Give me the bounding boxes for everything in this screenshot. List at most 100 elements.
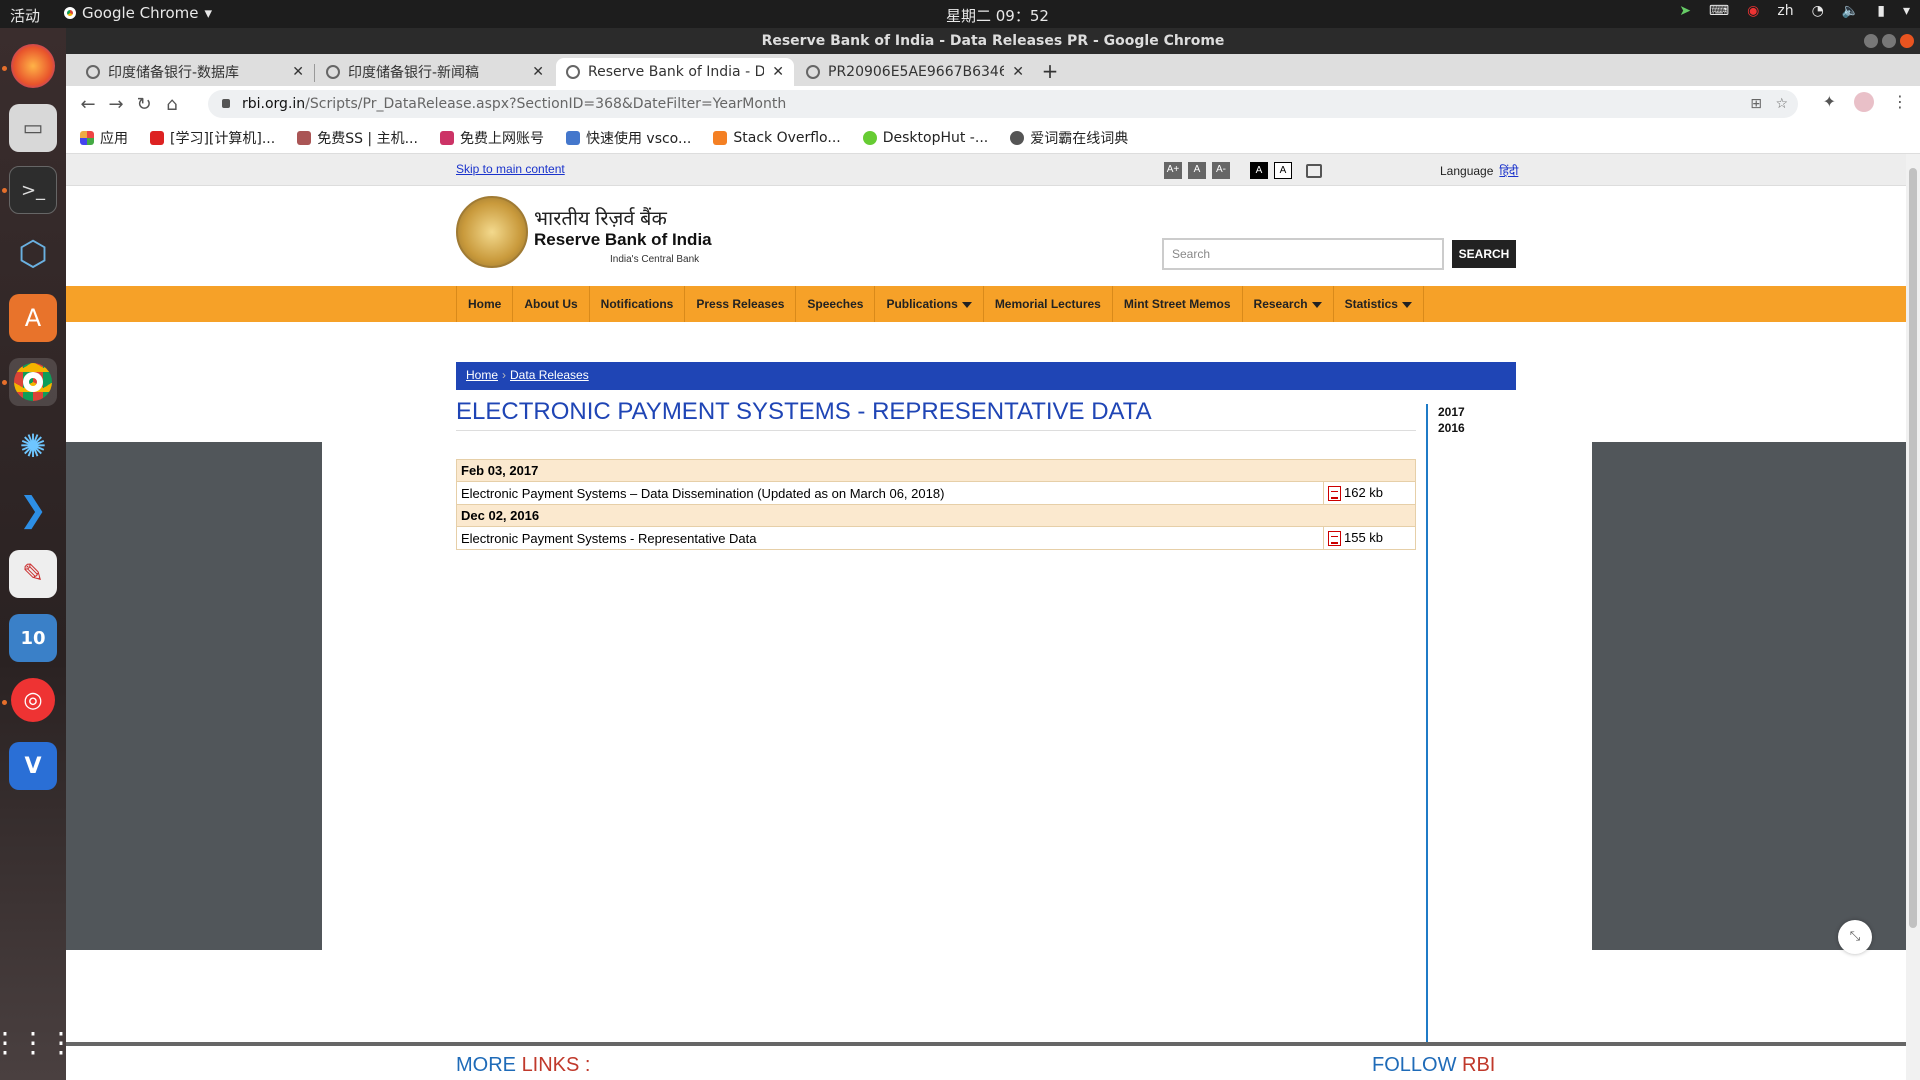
translate-icon[interactable]: ⊞ <box>1750 90 1762 118</box>
nav-item-notifications[interactable]: Notifications <box>590 286 686 322</box>
nav-item-about-us[interactable]: About Us <box>513 286 590 322</box>
home-icon[interactable]: ⌂ <box>158 94 186 115</box>
nav-item-home[interactable]: Home <box>456 286 514 322</box>
close-icon[interactable]: ✕ <box>532 64 544 80</box>
close-icon[interactable]: ✕ <box>1012 64 1024 80</box>
system-tray: ➤ ⌨ ◉ zh ◔ 🔈 ▮ ▾ <box>1679 3 1910 19</box>
scrollbar-thumb[interactable] <box>1909 168 1917 928</box>
nav-item-mint-street-memos[interactable]: Mint Street Memos <box>1113 286 1243 322</box>
bookmark-label: Stack Overflo... <box>733 129 841 146</box>
pdf-download-link[interactable]: 162 kb <box>1323 480 1416 506</box>
shutter-icon[interactable]: ✺ <box>9 422 57 470</box>
telegram-icon[interactable]: ➤ <box>1679 3 1691 19</box>
chevron-down-icon[interactable]: ▾ <box>1903 3 1910 19</box>
light-contrast-button[interactable]: A <box>1274 162 1292 179</box>
font-decrease-button[interactable]: A- <box>1212 162 1230 179</box>
chrome-icon[interactable] <box>9 358 57 406</box>
close-icon[interactable] <box>1900 34 1914 48</box>
bookmark-item[interactable]: 免费上网账号 <box>439 128 544 148</box>
bookmark-item[interactable]: 免费SS | 主机... <box>297 128 418 148</box>
lock-icon[interactable] <box>222 99 230 108</box>
breadcrumb-home[interactable]: Home <box>466 368 498 382</box>
wifi-icon[interactable]: ◔ <box>1812 3 1824 19</box>
bookmark-item[interactable]: DesktopHut -... <box>862 129 989 146</box>
running-indicator <box>2 700 7 705</box>
input-method-indicator[interactable]: zh <box>1777 3 1793 19</box>
extensions-icon[interactable]: ✦ <box>1823 92 1836 112</box>
collapse-icon[interactable]: ⤡ <box>1838 920 1872 954</box>
netease-music-icon[interactable]: ◎ <box>11 678 55 722</box>
nav-item-publications[interactable]: Publications <box>875 286 984 322</box>
rbi-seal-logo[interactable] <box>456 196 528 268</box>
battery-icon[interactable]: ▮ <box>1877 3 1885 19</box>
activities-button[interactable]: 活动 <box>10 5 40 26</box>
font-normal-button[interactable]: A <box>1188 162 1206 179</box>
release-title-link[interactable]: Electronic Payment Systems - Representat… <box>456 526 1324 551</box>
print-icon[interactable] <box>1306 164 1322 178</box>
nav-item-press-releases[interactable]: Press Releases <box>685 286 797 322</box>
virtualbox-icon[interactable]: ⬡ <box>9 230 57 278</box>
tab-pdf[interactable]: PR20906E5AE9667B6346 ✕ <box>796 58 1034 86</box>
bookmark-apps[interactable]: 应用 <box>80 128 128 148</box>
dark-contrast-button[interactable]: A <box>1250 162 1268 179</box>
hindi-link[interactable]: हिंदी <box>1499 164 1518 178</box>
reload-icon[interactable]: ↻ <box>130 94 158 115</box>
wine-app-icon[interactable]: 10 <box>9 614 57 662</box>
nav-item-statistics[interactable]: Statistics <box>1334 286 1424 322</box>
bookmark-item[interactable]: 快速使用 vsco... <box>565 128 691 148</box>
pdf-download-link[interactable]: 155 kb <box>1323 526 1416 551</box>
window-title: Reserve Bank of India - Data Releases PR… <box>761 33 1225 49</box>
bookmark-star-icon[interactable]: ☆ <box>1775 90 1788 118</box>
tab-press-release[interactable]: 印度储备银行-新闻稿 ✕ <box>316 58 554 86</box>
search-button[interactable]: SEARCH <box>1452 240 1516 268</box>
vmware-icon[interactable]: V <box>9 742 57 790</box>
firefox-icon[interactable] <box>11 44 55 88</box>
search-input[interactable]: Search <box>1162 238 1444 270</box>
profile-avatar[interactable] <box>1854 92 1874 112</box>
nav-item-label: About Us <box>524 297 578 311</box>
bookmark-label: DesktopHut -... <box>882 129 989 146</box>
site-tagline: India's Central Bank <box>610 254 700 265</box>
back-icon[interactable]: ← <box>74 94 102 115</box>
editor-icon[interactable]: ✎ <box>9 550 57 598</box>
files-icon[interactable]: ▭ <box>9 104 57 152</box>
tab-database[interactable]: 印度储备银行-数据库 ✕ <box>76 58 314 86</box>
language-label: Language <box>1440 164 1494 178</box>
release-title-link[interactable]: Electronic Payment Systems – Data Dissem… <box>456 480 1324 506</box>
close-icon[interactable]: ✕ <box>292 64 304 80</box>
keyboard-icon[interactable]: ⌨ <box>1709 3 1729 19</box>
breadcrumb-data-releases[interactable]: Data Releases <box>510 368 589 382</box>
more-menu-icon[interactable]: ⋮ <box>1892 92 1908 112</box>
netease-icon[interactable]: ◉ <box>1747 3 1759 19</box>
nav-item-speeches[interactable]: Speeches <box>796 286 876 322</box>
nav-item-memorial-lectures[interactable]: Memorial Lectures <box>984 286 1113 322</box>
minimize-icon[interactable] <box>1864 34 1878 48</box>
bookmark-item[interactable]: Stack Overflo... <box>713 129 841 146</box>
page-scrollbar[interactable] <box>1906 154 1920 1080</box>
show-apps-icon[interactable]: ⋮⋮⋮ <box>0 1018 75 1066</box>
bookmarks-bar: 应用 [学习][计算机]... 免费SS | 主机... 免费上网账号 快速使用… <box>66 122 1920 154</box>
terminal-icon[interactable]: >_ <box>9 166 57 214</box>
caret-down-icon <box>1401 301 1412 308</box>
vscode-icon[interactable]: ❯ <box>9 486 57 534</box>
app-menu[interactable]: Google Chrome ▾ <box>64 4 212 22</box>
nav-item-research[interactable]: Research <box>1243 286 1334 322</box>
bookmark-item[interactable]: 爱词霸在线词典 <box>1010 128 1128 148</box>
forward-icon[interactable]: → <box>102 94 130 115</box>
breadcrumb-separator: › <box>502 368 507 382</box>
site-name-english: Reserve Bank of India <box>534 230 712 249</box>
new-tab-button[interactable]: + <box>1038 60 1062 84</box>
bookmark-item[interactable]: [学习][计算机]... <box>150 128 275 148</box>
tab-rbi-data-releases[interactable]: Reserve Bank of India - Da ✕ <box>556 58 794 86</box>
skip-link[interactable]: Skip to main content <box>456 162 565 176</box>
clock[interactable]: 星期二 09：52 <box>946 5 1049 26</box>
address-bar[interactable]: rbi.org.in/Scripts/Pr_DataRelease.aspx?S… <box>208 90 1798 118</box>
year-link-2017[interactable]: 2017 <box>1438 404 1526 420</box>
close-icon[interactable]: ✕ <box>772 64 784 80</box>
maximize-icon[interactable] <box>1882 34 1896 48</box>
font-increase-button[interactable]: A+ <box>1164 162 1182 179</box>
year-link-2016[interactable]: 2016 <box>1438 420 1526 436</box>
breadcrumb: Home › Data Releases <box>456 362 1516 390</box>
volume-icon[interactable]: 🔈 <box>1842 3 1859 19</box>
software-center-icon[interactable]: A <box>9 294 57 342</box>
